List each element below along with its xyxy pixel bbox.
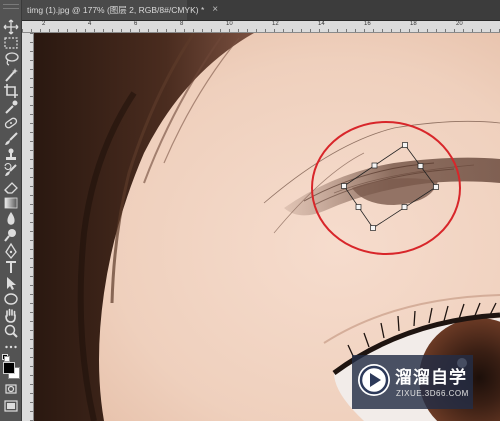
transform-handle	[401, 204, 408, 210]
tab-close-icon[interactable]: ×	[212, 5, 218, 15]
transform-handle	[370, 225, 376, 231]
ruler-label: 2	[42, 21, 46, 27]
color-swatches-icon[interactable]	[3, 362, 20, 379]
document-tab-bar: timg (1).jpg @ 177% (图层 2, RGB/8#/CMYK) …	[22, 0, 500, 21]
transform-handle	[355, 204, 362, 210]
vertical-ruler[interactable]	[22, 33, 34, 421]
default-colors-icon[interactable]	[2, 354, 10, 362]
ruler-label: 16	[364, 21, 371, 27]
ruler-label: 6	[134, 21, 138, 27]
ruler-label: 10	[226, 21, 233, 27]
foreground-color-swatch[interactable]	[3, 362, 15, 374]
ruler-label: 20	[456, 21, 463, 27]
screen-mode-icon[interactable]	[2, 397, 20, 415]
transform-handle	[341, 183, 347, 189]
watermark-title: 溜溜自学	[395, 368, 467, 387]
transform-handle	[371, 162, 378, 169]
ruler-label: 14	[318, 21, 325, 27]
watermark-badge: 溜溜自学 ZIXUE.3D66.COM	[352, 355, 473, 409]
document-tab[interactable]: timg (1).jpg @ 177% (图层 2, RGB/8#/CMYK) …	[22, 0, 218, 20]
panel-grip[interactable]	[3, 4, 19, 9]
play-logo-icon	[358, 364, 390, 396]
document-tab-title: timg (1).jpg @ 177% (图层 2, RGB/8#/CMYK) …	[27, 5, 205, 15]
ruler-label: 12	[272, 21, 279, 27]
transform-handle	[402, 142, 408, 148]
watermark-url: ZIXUE.3D66.COM	[396, 389, 469, 398]
ruler-label: 4	[88, 21, 92, 27]
ruler-label: 8	[180, 21, 184, 27]
ruler-label: 18	[410, 21, 417, 27]
horizontal-ruler[interactable]: 2 4 6 8 10 12 14 16 18 20	[22, 21, 500, 33]
transform-handle	[433, 184, 439, 190]
quick-mask-icon[interactable]	[2, 380, 20, 398]
transform-handle	[417, 163, 424, 169]
tools-panel	[0, 0, 22, 421]
